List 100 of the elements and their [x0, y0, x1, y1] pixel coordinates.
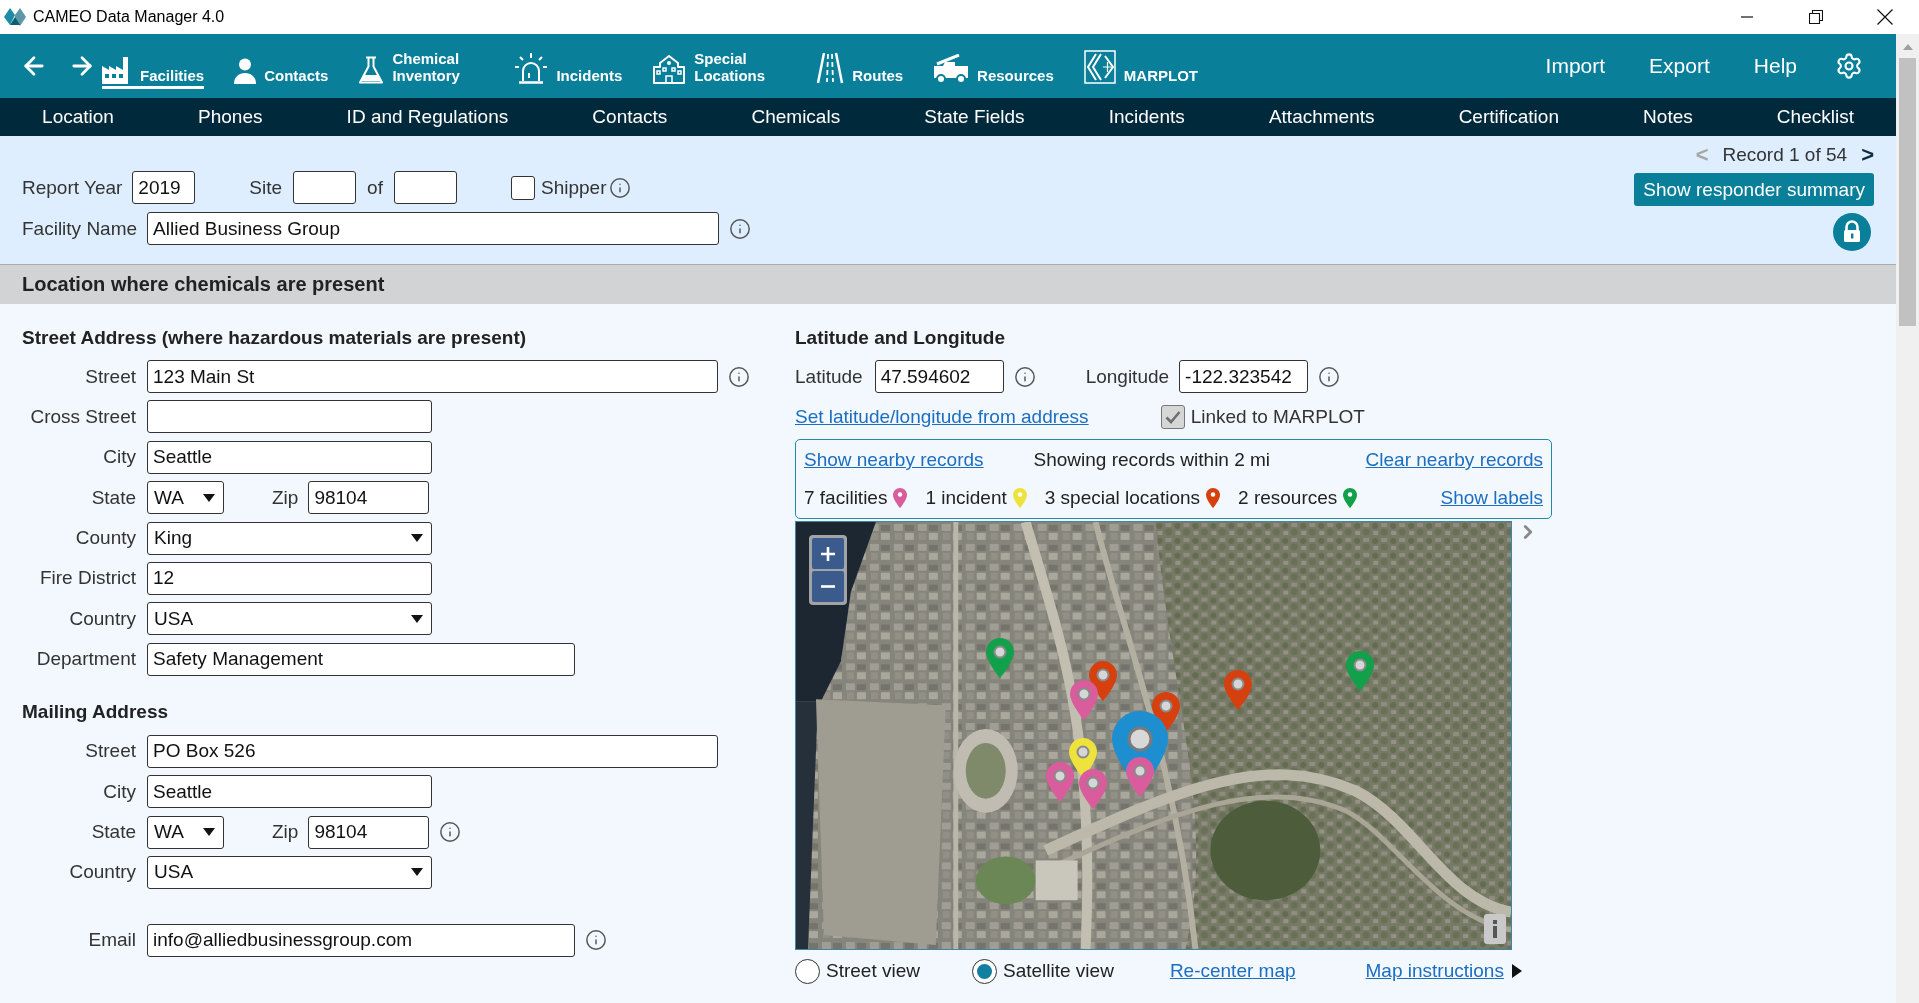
map-pin-icon[interactable]	[1070, 680, 1098, 720]
toolbar-button[interactable]: Help	[1753, 54, 1797, 78]
module-tab[interactable]: Routes	[816, 52, 904, 89]
next-record-button[interactable]: >	[1861, 142, 1874, 168]
field-label: Street	[85, 365, 136, 388]
zoom-in-button[interactable]	[812, 538, 844, 569]
map-pin-icon[interactable]	[1079, 769, 1107, 809]
text-field[interactable]: 98104	[308, 815, 430, 849]
restore-icon	[1808, 10, 1823, 24]
link[interactable]: Set latitude/longitude from address	[795, 406, 1089, 428]
tab[interactable]: Location	[42, 106, 114, 128]
padlock-icon[interactable]	[1833, 213, 1871, 251]
module-tab[interactable]: Resources	[933, 54, 1054, 89]
legend-label: 3 special locations	[1044, 487, 1201, 509]
legend-label: 2 resources	[1238, 487, 1338, 509]
field-label: Zip	[272, 486, 299, 509]
text-field[interactable]: Seattle	[147, 440, 432, 474]
link[interactable]: Show nearby records	[804, 449, 984, 471]
map-pin-icon[interactable]	[1126, 757, 1154, 797]
text-field[interactable]: 47.594602	[874, 360, 1004, 393]
field-label: of	[367, 176, 383, 199]
responder-summary-button[interactable]: Show responder summary	[1634, 173, 1874, 206]
toolbar-button[interactable]: Import	[1545, 54, 1606, 78]
scrollbar-thumb[interactable]	[1899, 58, 1916, 326]
module-tab[interactable]: MARPLOT	[1083, 50, 1198, 89]
map-pin-icon[interactable]	[1346, 651, 1374, 691]
map-pin-icon[interactable]	[986, 638, 1014, 678]
text-field[interactable]: Safety Management	[147, 642, 575, 676]
link[interactable]: Show labels	[1440, 487, 1543, 509]
record-position: Record 1 of 54	[1722, 144, 1848, 166]
field-label: Zip	[272, 821, 299, 843]
triangle-right-icon[interactable]	[1511, 964, 1522, 978]
tab[interactable]: Checklist	[1776, 106, 1854, 128]
module-tab[interactable]: Facilities	[102, 57, 205, 89]
module-tab[interactable]: Chemical Inventory	[358, 50, 485, 89]
field-label: Fire District	[39, 567, 136, 590]
module-tab[interactable]: Incidents	[514, 52, 623, 89]
map-pin-icon[interactable]	[1046, 762, 1074, 802]
text-field[interactable]: 2019	[132, 171, 196, 204]
info-icon[interactable]	[439, 821, 462, 843]
tab[interactable]: Certification	[1458, 106, 1559, 128]
select-field[interactable]: WA	[147, 481, 224, 515]
tab[interactable]: Incidents	[1108, 106, 1185, 128]
radio-button[interactable]	[795, 958, 820, 984]
info-icon[interactable]	[1318, 365, 1341, 388]
tab[interactable]: State Fields	[924, 106, 1025, 128]
field-label: State	[91, 821, 136, 843]
tab[interactable]: Contacts	[592, 106, 668, 128]
siren-icon	[514, 52, 549, 84]
field-label: Cross Street	[30, 405, 136, 428]
info-icon[interactable]	[609, 176, 632, 199]
text-field[interactable]: -122.323542	[1179, 360, 1309, 393]
tab[interactable]: Phones	[198, 106, 263, 128]
info-icon[interactable]	[728, 365, 750, 388]
tab[interactable]: ID and Regulations	[346, 106, 509, 128]
select-field[interactable]: King	[147, 521, 432, 555]
satellite-map[interactable]	[796, 522, 1511, 949]
text-field[interactable]	[393, 171, 457, 204]
text-field[interactable]: PO Box 526	[147, 734, 718, 768]
field-label: Site	[249, 176, 283, 199]
radio-button[interactable]	[972, 958, 997, 984]
text-field[interactable]: 12	[147, 561, 432, 595]
zoom-out-button[interactable]	[812, 571, 844, 602]
info-icon[interactable]	[1484, 914, 1506, 944]
text-field[interactable]: Allied Business Group	[147, 212, 720, 245]
radio-label[interactable]: Street view	[826, 960, 920, 982]
building-icon	[652, 54, 687, 84]
module-tab[interactable]: Contacts	[234, 58, 329, 89]
radio-label[interactable]: Satellite view	[1003, 960, 1114, 982]
select-field[interactable]: USA	[147, 602, 432, 636]
info-icon[interactable]	[585, 929, 607, 952]
text-field[interactable]: 98104	[308, 481, 430, 515]
close-icon	[1876, 9, 1893, 25]
text-field[interactable]: info@alliedbusinessgroup.com	[147, 923, 575, 957]
scrollbar[interactable]	[1896, 34, 1919, 1003]
toolbar-button[interactable]: Export	[1649, 54, 1710, 78]
checkbox[interactable]	[510, 175, 535, 200]
info-icon[interactable]	[729, 217, 752, 240]
link[interactable]: Re-center map	[1169, 960, 1296, 982]
link[interactable]: Clear nearby records	[1365, 449, 1543, 471]
select-field[interactable]: USA	[147, 855, 432, 889]
group-heading: Street Address (where hazardous materials are present)	[22, 326, 527, 350]
map-pin-icon[interactable]	[1224, 670, 1252, 710]
text-field[interactable]: 123 Main St	[147, 360, 718, 393]
settings-button[interactable]	[1835, 52, 1863, 80]
field-label: Email	[88, 929, 136, 952]
tab[interactable]: Chemicals	[751, 106, 841, 128]
tab[interactable]: Attachments	[1268, 106, 1375, 128]
text-field[interactable]: Seattle	[147, 775, 432, 809]
road-icon	[816, 52, 845, 84]
tab[interactable]: Notes	[1643, 106, 1693, 128]
info-icon[interactable]	[1013, 365, 1036, 388]
text-field[interactable]	[293, 171, 357, 204]
checkbox-label[interactable]: Shipper	[540, 176, 607, 199]
field-label: Latitude	[795, 365, 863, 388]
module-tab[interactable]: Special Locations	[652, 50, 787, 89]
link[interactable]: Map instructions	[1365, 960, 1504, 982]
text-field[interactable]	[147, 400, 432, 434]
field-label: State	[91, 486, 136, 509]
select-field[interactable]: WA	[147, 815, 224, 849]
